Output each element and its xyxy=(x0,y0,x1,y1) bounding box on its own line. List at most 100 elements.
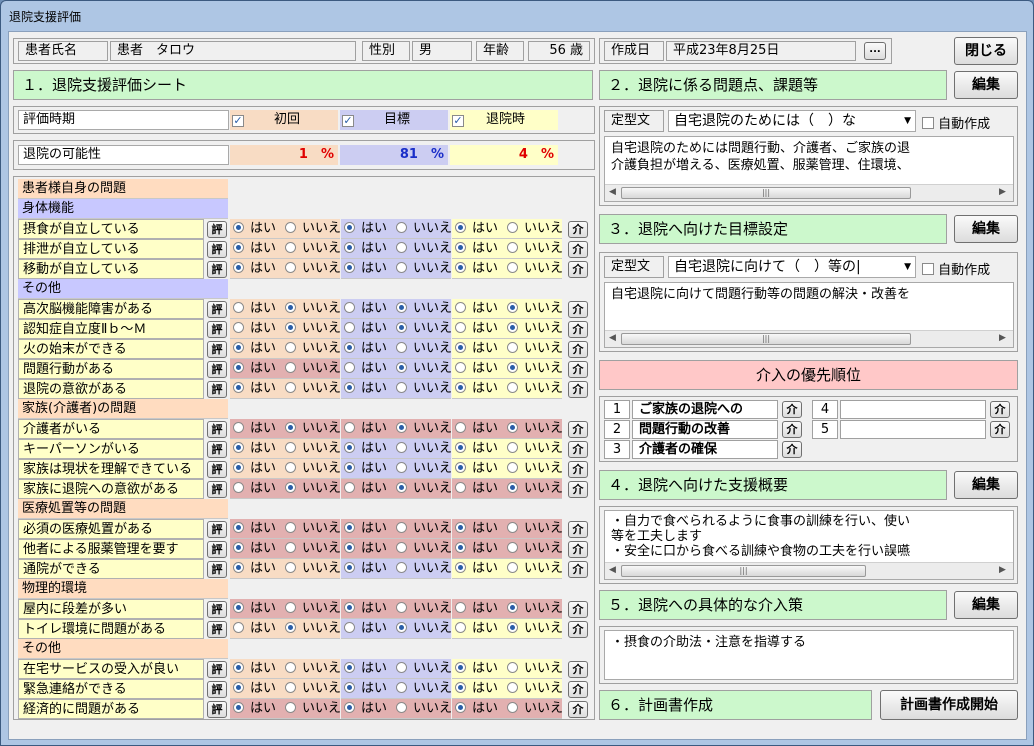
priority-intervention-button[interactable]: 介 xyxy=(782,441,802,458)
yes-radio[interactable]: はい xyxy=(344,359,387,378)
section3-template-select[interactable]: 自宅退院に向けて（ ）等の| ▼ xyxy=(668,256,916,278)
yes-radio[interactable]: はい xyxy=(455,679,498,698)
intervention-button[interactable]: 介 xyxy=(568,361,588,378)
yes-radio[interactable]: はい xyxy=(455,619,498,638)
intervention-button[interactable]: 介 xyxy=(568,421,588,438)
yes-radio[interactable]: はい xyxy=(455,599,498,618)
no-radio[interactable]: いいえ xyxy=(285,699,340,718)
eval-button[interactable]: 評 xyxy=(207,341,227,358)
yes-radio[interactable]: はい xyxy=(233,339,276,358)
priority-intervention-button[interactable]: 介 xyxy=(990,421,1010,438)
no-radio[interactable]: いいえ xyxy=(285,379,340,398)
eval-button[interactable]: 評 xyxy=(207,701,227,718)
no-radio[interactable]: いいえ xyxy=(285,299,340,318)
yes-radio[interactable]: はい xyxy=(344,379,387,398)
yes-radio[interactable]: はい xyxy=(344,619,387,638)
no-radio[interactable]: いいえ xyxy=(285,539,340,558)
no-radio[interactable]: いいえ xyxy=(507,539,562,558)
yes-radio[interactable]: はい xyxy=(344,599,387,618)
no-radio[interactable]: いいえ xyxy=(396,219,451,238)
priority-intervention-button[interactable]: 介 xyxy=(990,401,1010,418)
no-radio[interactable]: いいえ xyxy=(285,559,340,578)
no-radio[interactable]: いいえ xyxy=(507,699,562,718)
eval-button[interactable]: 評 xyxy=(207,241,227,258)
no-radio[interactable]: いいえ xyxy=(507,379,562,398)
yes-radio[interactable]: はい xyxy=(455,239,498,258)
eval-button[interactable]: 評 xyxy=(207,661,227,678)
intervention-button[interactable]: 介 xyxy=(568,481,588,498)
intervention-button[interactable]: 介 xyxy=(568,601,588,618)
start-plan-button[interactable]: 計画書作成開始 xyxy=(880,690,1018,720)
yes-radio[interactable]: はい xyxy=(455,539,498,558)
col-discharge-checkbox[interactable]: ✓ xyxy=(452,115,464,127)
yes-radio[interactable]: はい xyxy=(344,219,387,238)
yes-radio[interactable]: はい xyxy=(233,379,276,398)
no-radio[interactable]: いいえ xyxy=(507,299,562,318)
no-radio[interactable]: いいえ xyxy=(285,359,340,378)
no-radio[interactable]: いいえ xyxy=(396,319,451,338)
eval-button[interactable]: 評 xyxy=(207,321,227,338)
no-radio[interactable]: いいえ xyxy=(285,439,340,458)
yes-radio[interactable]: はい xyxy=(233,419,276,438)
no-radio[interactable]: いいえ xyxy=(396,339,451,358)
yes-radio[interactable]: はい xyxy=(233,359,276,378)
col-initial-checkbox[interactable]: ✓ xyxy=(232,115,244,127)
no-radio[interactable]: いいえ xyxy=(507,659,562,678)
intervention-button[interactable]: 介 xyxy=(568,321,588,338)
yes-radio[interactable]: はい xyxy=(344,259,387,278)
yes-radio[interactable]: はい xyxy=(344,439,387,458)
yes-radio[interactable]: はい xyxy=(233,559,276,578)
title-bar[interactable]: 退院支援評価 xyxy=(1,1,1033,31)
yes-radio[interactable]: はい xyxy=(455,339,498,358)
section5-edit-button[interactable]: 編集 xyxy=(954,591,1018,619)
no-radio[interactable]: いいえ xyxy=(507,319,562,338)
no-radio[interactable]: いいえ xyxy=(285,419,340,438)
yes-radio[interactable]: はい xyxy=(344,679,387,698)
yes-radio[interactable]: はい xyxy=(455,459,498,478)
eval-button[interactable]: 評 xyxy=(207,301,227,318)
eval-button[interactable]: 評 xyxy=(207,521,227,538)
no-radio[interactable]: いいえ xyxy=(507,519,562,538)
no-radio[interactable]: いいえ xyxy=(396,459,451,478)
no-radio[interactable]: いいえ xyxy=(285,619,340,638)
yes-radio[interactable]: はい xyxy=(455,319,498,338)
no-radio[interactable]: いいえ xyxy=(507,239,562,258)
section3-auto-checkbox[interactable]: 自動作成 xyxy=(922,259,990,278)
intervention-button[interactable]: 介 xyxy=(568,681,588,698)
yes-radio[interactable]: はい xyxy=(233,299,276,318)
no-radio[interactable]: いいえ xyxy=(285,519,340,538)
no-radio[interactable]: いいえ xyxy=(285,219,340,238)
yes-radio[interactable]: はい xyxy=(233,519,276,538)
no-radio[interactable]: いいえ xyxy=(396,239,451,258)
no-radio[interactable]: いいえ xyxy=(285,679,340,698)
no-radio[interactable]: いいえ xyxy=(396,359,451,378)
intervention-button[interactable]: 介 xyxy=(568,221,588,238)
no-radio[interactable]: いいえ xyxy=(507,679,562,698)
eval-button[interactable]: 評 xyxy=(207,381,227,398)
section2-auto-checkbox[interactable]: 自動作成 xyxy=(922,113,990,132)
yes-radio[interactable]: はい xyxy=(344,519,387,538)
section2-template-select[interactable]: 自宅退院のためには（ ）な ▼ xyxy=(668,110,916,132)
no-radio[interactable]: いいえ xyxy=(396,259,451,278)
section4-hscrollbar[interactable]: ◀ ||| ▶ xyxy=(605,562,1013,579)
col-initial-header[interactable]: ✓ 初回 xyxy=(230,110,338,130)
section2-textarea[interactable]: 自宅退院のためには問題行動、介護者、ご家族の退 介護負担が増える、医療処置、服薬… xyxy=(604,136,1014,202)
yes-radio[interactable]: はい xyxy=(233,539,276,558)
no-radio[interactable]: いいえ xyxy=(285,339,340,358)
intervention-button[interactable]: 介 xyxy=(568,381,588,398)
section2-auto-check[interactable] xyxy=(922,117,934,129)
no-radio[interactable]: いいえ xyxy=(285,239,340,258)
intervention-button[interactable]: 介 xyxy=(568,261,588,278)
yes-radio[interactable]: はい xyxy=(455,219,498,238)
no-radio[interactable]: いいえ xyxy=(396,679,451,698)
no-radio[interactable]: いいえ xyxy=(396,519,451,538)
eval-button[interactable]: 評 xyxy=(207,461,227,478)
yes-radio[interactable]: はい xyxy=(233,659,276,678)
yes-radio[interactable]: はい xyxy=(344,319,387,338)
yes-radio[interactable]: はい xyxy=(233,319,276,338)
no-radio[interactable]: いいえ xyxy=(507,459,562,478)
no-radio[interactable]: いいえ xyxy=(507,359,562,378)
intervention-button[interactable]: 介 xyxy=(568,661,588,678)
no-radio[interactable]: いいえ xyxy=(285,319,340,338)
eval-button[interactable]: 評 xyxy=(207,481,227,498)
